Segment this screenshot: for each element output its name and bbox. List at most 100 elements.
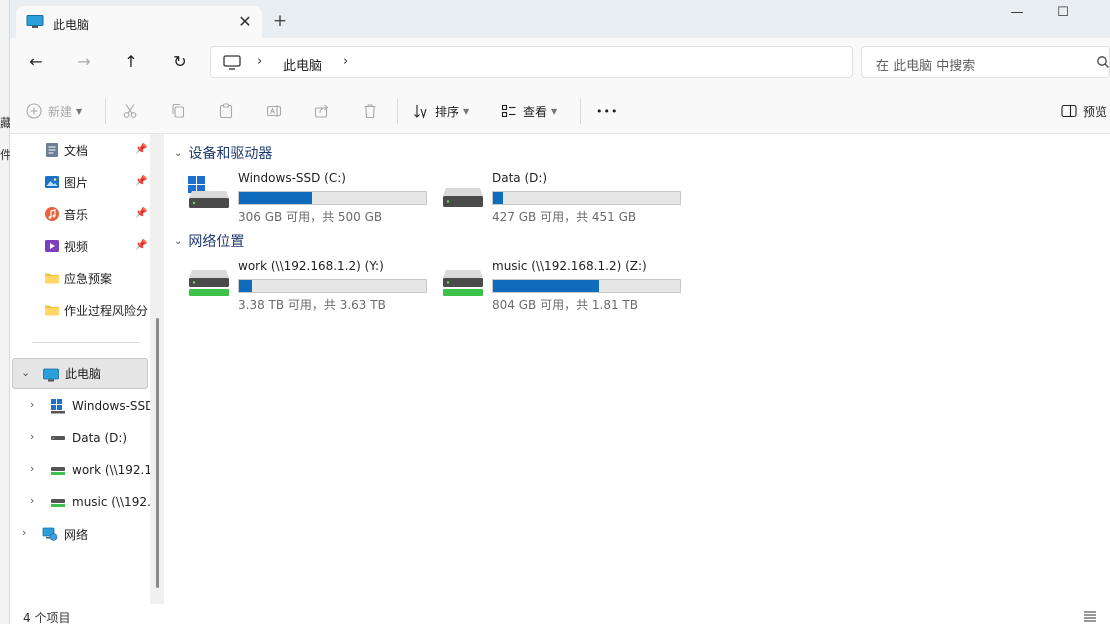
chevron-down-icon[interactable]: ⌄: [174, 236, 182, 247]
sidebar-item-label: music (\\192.: [72, 495, 150, 509]
monitor-icon: [223, 55, 241, 70]
network-drive-icon: [189, 270, 229, 296]
new-button[interactable]: 新建 ▼: [26, 100, 82, 122]
sidebar-item-music[interactable]: 音乐 📌: [10, 200, 150, 228]
new-tab-button[interactable]: +: [268, 10, 292, 34]
tab-this-pc[interactable]: 此电脑 ✕: [16, 6, 262, 40]
add-icon: [26, 103, 42, 119]
video-icon: [45, 240, 59, 252]
pin-icon: 📌: [135, 176, 148, 187]
sidebar-item-label: 作业过程风险分: [64, 303, 149, 318]
sidebar-item-this-pc[interactable]: ⌄ 此电脑: [12, 358, 148, 389]
preview-pane-icon: [1061, 104, 1077, 118]
details-view-icon[interactable]: [1083, 610, 1097, 622]
sidebar-item-label: 此电脑: [65, 367, 102, 381]
drive-space-info: 427 GB 可用，共 451 GB: [492, 210, 637, 224]
chevron-right-icon[interactable]: ›: [30, 494, 34, 507]
sidebar-item-windows-ssd[interactable]: › Windows-SSD: [10, 392, 150, 420]
sidebar-item-label: 文档: [64, 143, 89, 158]
chevron-down-icon[interactable]: ⌄: [21, 366, 30, 379]
copy-button[interactable]: [170, 100, 186, 122]
background-text-2: 件: [0, 148, 10, 162]
sort-icon: [414, 105, 427, 119]
group-title: 设备和驱动器: [188, 146, 273, 162]
chevron-right-icon[interactable]: ›: [30, 430, 34, 443]
cut-icon: [123, 104, 137, 118]
search-input[interactable]: 在 此电脑 中搜索: [876, 55, 975, 74]
chevron-right-icon[interactable]: ›: [30, 398, 34, 411]
pin-icon: 📌: [135, 144, 148, 155]
chevron-right-icon[interactable]: ›: [30, 462, 34, 475]
network-drive-icon: [51, 467, 65, 475]
maximize-button[interactable]: ☐: [1040, 0, 1086, 28]
group-header-network-locations[interactable]: ⌄ 网络位置: [174, 231, 244, 251]
preview-button[interactable]: 预览: [1061, 100, 1107, 122]
drive-icon: [51, 436, 65, 440]
breadcrumb-separator[interactable]: ›: [343, 54, 348, 69]
toolbar-divider: [580, 98, 581, 124]
minimize-button[interactable]: —: [994, 0, 1040, 28]
sort-button[interactable]: 排序 ▼: [413, 100, 469, 122]
back-button[interactable]: ←: [21, 49, 51, 75]
drive-space-info: 306 GB 可用，共 500 GB: [238, 210, 383, 224]
cut-button[interactable]: [122, 100, 138, 122]
refresh-button[interactable]: ↻: [165, 49, 195, 75]
drive-name: music (\\192.168.1.2) (Z:): [492, 259, 647, 273]
sidebar-item-label: 网络: [64, 527, 89, 542]
preview-label: 预览: [1083, 104, 1108, 119]
drive-usage-bar: [238, 279, 427, 293]
up-button[interactable]: ↑: [116, 49, 146, 75]
network-drive-icon: [443, 270, 483, 296]
sidebar-item-pictures[interactable]: 图片 📌: [10, 168, 150, 196]
drive-usage-fill: [239, 192, 312, 204]
content-area: ⌄ 设备和驱动器 Windows-SSD (C:) 306 GB 可用，共 50…: [164, 134, 1110, 604]
drive-name: Windows-SSD (C:): [238, 171, 346, 185]
sidebar-item-folder[interactable]: 应急预案: [10, 264, 150, 292]
drive-space-info: 3.38 TB 可用，共 3.63 TB: [238, 298, 386, 312]
delete-button[interactable]: [362, 100, 378, 122]
document-icon: [46, 143, 58, 157]
address-bar[interactable]: › 此电脑 ›: [210, 46, 853, 78]
sidebar-item-music-drive[interactable]: › music (\\192.: [10, 488, 150, 516]
forward-button[interactable]: →: [69, 49, 99, 75]
chevron-down-icon[interactable]: ⌄: [174, 148, 182, 159]
sort-label: 排序: [435, 104, 460, 119]
drive-usage-fill: [493, 192, 503, 204]
network-icon: [42, 527, 58, 541]
drive-space-info: 804 GB 可用，共 1.81 TB: [492, 298, 638, 312]
windows-drive-icon: [51, 399, 65, 414]
group-header-devices[interactable]: ⌄ 设备和驱动器: [174, 143, 272, 163]
breadcrumb-separator[interactable]: ›: [257, 54, 262, 69]
background-text-1: 藏: [0, 116, 10, 130]
drive-name: work (\\192.168.1.2) (Y:): [238, 259, 384, 273]
sidebar-item-data-drive[interactable]: › Data (D:): [10, 424, 150, 452]
sidebar-item-network[interactable]: › 网络: [10, 520, 150, 548]
close-tab-icon[interactable]: ✕: [234, 11, 256, 33]
search-box[interactable]: 在 此电脑 中搜索: [861, 46, 1110, 78]
rename-button[interactable]: [266, 100, 282, 122]
drive-item-d[interactable]: Data (D:) 427 GB 可用，共 451 GB: [440, 170, 690, 224]
sidebar-item-label: 图片: [64, 175, 89, 190]
sidebar-item-documents[interactable]: 文档 📌: [10, 136, 150, 164]
breadcrumb-this-pc[interactable]: 此电脑: [283, 55, 322, 74]
drive-item-z[interactable]: music (\\192.168.1.2) (Z:) 804 GB 可用，共 1…: [440, 258, 690, 312]
sidebar-item-work-drive[interactable]: › work (\\192.1: [10, 456, 150, 484]
share-button[interactable]: [314, 100, 330, 122]
chevron-right-icon[interactable]: ›: [22, 526, 26, 539]
view-button[interactable]: 查看 ▼: [501, 100, 557, 122]
rename-icon: [266, 105, 282, 117]
drive-item-c[interactable]: Windows-SSD (C:) 306 GB 可用，共 500 GB: [186, 170, 436, 224]
paste-button[interactable]: [218, 100, 234, 122]
drive-usage-bar: [492, 279, 681, 293]
sidebar-item-folder[interactable]: 作业过程风险分: [10, 296, 150, 324]
chevron-down-icon: ▼: [463, 106, 470, 116]
chevron-down-icon: ▼: [76, 106, 83, 116]
view-icon: [501, 104, 516, 118]
sidebar-scrollbar-thumb[interactable]: [156, 318, 159, 588]
chevron-down-icon: ▼: [551, 106, 558, 116]
sidebar-item-label: Data (D:): [72, 431, 128, 445]
more-options-button[interactable]: •••: [596, 100, 618, 122]
search-icon: [1097, 56, 1109, 68]
drive-item-y[interactable]: work (\\192.168.1.2) (Y:) 3.38 TB 可用，共 3…: [186, 258, 436, 312]
sidebar-item-videos[interactable]: 视频 📌: [10, 232, 150, 260]
